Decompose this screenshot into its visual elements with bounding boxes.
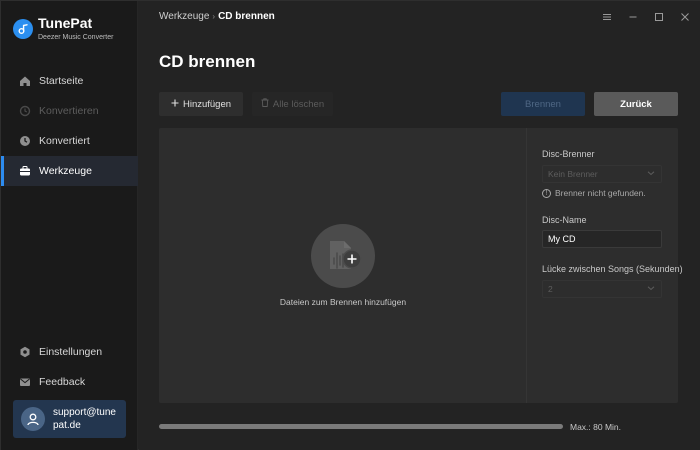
disc-burner-select[interactable]: Kein Brenner	[542, 165, 662, 183]
window-controls	[600, 10, 692, 24]
sidebar-item-einstellungen[interactable]: Einstellungen	[1, 337, 138, 367]
add-button-label: Hinzufügen	[182, 98, 232, 110]
chevron-right-icon: ›	[212, 12, 216, 21]
minimize-icon[interactable]	[626, 10, 640, 24]
gap-label: Lücke zwischen Songs (Sekunden)	[542, 264, 683, 274]
app-subtitle: Deezer Music Converter	[38, 34, 114, 41]
trash-icon	[261, 98, 269, 110]
menu-icon[interactable]	[600, 10, 614, 24]
convert-icon	[18, 104, 32, 118]
plus-icon	[171, 99, 179, 110]
sidebar-item-label: Konvertiert	[39, 135, 90, 147]
breadcrumb-item-werkzeuge[interactable]: Werkzeuge	[159, 11, 209, 22]
disc-burner-value: Kein Brenner	[548, 169, 598, 179]
sidebar-item-label: Startseite	[39, 75, 84, 87]
close-icon[interactable]	[678, 10, 692, 24]
home-icon	[18, 74, 32, 88]
disc-name-label: Disc-Name	[542, 215, 587, 225]
sidebar: TunePat Deezer Music Converter Startseit…	[1, 1, 138, 450]
sidebar-item-label: Feedback	[39, 376, 86, 388]
sidebar-item-label: Einstellungen	[39, 346, 103, 358]
breadcrumb: Werkzeuge › CD brennen	[159, 11, 275, 22]
add-button[interactable]: Hinzufügen	[159, 92, 243, 116]
gap-select[interactable]: 2	[542, 280, 662, 298]
drop-zone[interactable]: Dateien zum Brennen hinzufügen	[159, 128, 527, 403]
brand: TunePat Deezer Music Converter	[13, 13, 133, 49]
chevron-down-icon	[647, 169, 655, 179]
account-card[interactable]: support@tunepat.de	[13, 400, 126, 438]
disc-name-input[interactable]	[542, 230, 662, 248]
breadcrumb-item-current: CD brennen	[218, 11, 275, 22]
back-button[interactable]: Zurück	[594, 92, 678, 116]
sidebar-item-startseite[interactable]: Startseite	[1, 66, 138, 96]
clear-all-button[interactable]: Alle löschen	[252, 92, 333, 116]
tunepat-logo-icon	[13, 19, 33, 39]
info-icon: !	[542, 188, 551, 198]
burn-button[interactable]: Brennen	[501, 92, 585, 116]
disc-burner-label: Disc-Brenner	[542, 149, 595, 159]
burner-info: ! Brenner nicht gefunden.	[542, 188, 646, 198]
page-title: CD brennen	[159, 52, 256, 71]
clear-all-button-label: Alle löschen	[272, 98, 325, 110]
burn-settings: Disc-Brenner Kein Brenner ! Brenner nich…	[542, 128, 683, 403]
app-name: TunePat	[38, 15, 93, 31]
app-window: TunePat Deezer Music Converter Startseit…	[0, 0, 700, 450]
user-icon	[21, 407, 45, 431]
mail-icon	[18, 375, 32, 389]
sidebar-item-konvertiert[interactable]: Konvertiert	[1, 126, 138, 156]
capacity-label: Max.: 80 Min.	[570, 422, 622, 432]
burn-panel: Dateien zum Brennen hinzufügen Disc-Bren…	[159, 128, 683, 403]
main-content: Werkzeuge › CD brennen CD brennen Hinzuf	[139, 1, 700, 450]
gap-value: 2	[548, 284, 553, 294]
clock-icon	[18, 134, 32, 148]
chevron-down-icon	[647, 284, 655, 294]
sidebar-item-werkzeuge[interactable]: Werkzeuge	[1, 156, 138, 186]
add-music-file-icon	[311, 224, 375, 288]
sidebar-item-label: Konvertieren	[39, 105, 99, 117]
sidebar-item-label: Werkzeuge	[39, 165, 92, 177]
toolbox-icon	[18, 164, 32, 178]
sidebar-item-feedback[interactable]: Feedback	[1, 367, 138, 397]
drop-zone-text: Dateien zum Brennen hinzufügen	[279, 297, 407, 307]
capacity-bar	[159, 424, 563, 429]
gear-icon	[18, 345, 32, 359]
burner-info-text: Brenner nicht gefunden.	[555, 188, 646, 198]
account-email: support@tunepat.de	[53, 407, 116, 431]
sidebar-item-konvertieren[interactable]: Konvertieren	[1, 96, 138, 126]
maximize-icon[interactable]	[652, 10, 666, 24]
